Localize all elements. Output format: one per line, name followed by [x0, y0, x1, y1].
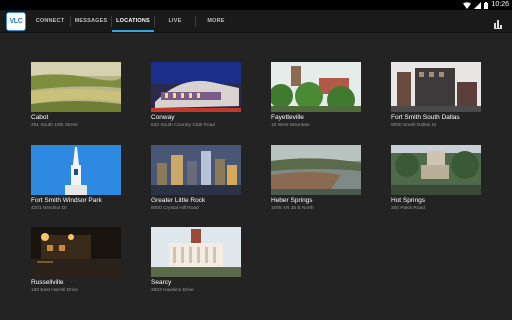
location-thumbnail: [31, 145, 121, 195]
location-thumbnail: [31, 227, 121, 277]
tab-more[interactable]: MORE: [196, 10, 236, 32]
location-name: Russellville: [31, 279, 64, 286]
tab-connect-label: CONNECT: [35, 18, 65, 24]
location-address: 130 East Harrell Drive: [31, 288, 78, 293]
location-address: 2923 Hawkins Drive: [151, 288, 194, 293]
tab-locations[interactable]: LOCATIONS: [112, 10, 154, 32]
tab-more-label: MORE: [207, 18, 225, 24]
location-address: 4201 Windsor Dr: [31, 206, 67, 211]
location-address: 1005 AR 25 B North: [271, 206, 314, 211]
location-name: Conway: [151, 114, 175, 121]
location-address: 15 West Mountain: [271, 123, 310, 128]
status-time: 10:26: [491, 1, 509, 8]
app-logo-text: VLC: [9, 18, 23, 25]
location-address: 9000 South Dallas St: [391, 123, 437, 128]
location-name: Greater Little Rock: [151, 197, 206, 204]
location-name: Fort Smith Windsor Park: [31, 197, 102, 204]
location-name: Cabot: [31, 114, 49, 121]
location-name: Heber Springs: [271, 197, 313, 204]
location-address: 8000 Crystal Hill Road: [151, 206, 199, 211]
app-logo[interactable]: VLC: [6, 12, 26, 31]
tab-active-indicator: [112, 30, 154, 32]
status-icons: 10:26: [463, 0, 509, 10]
location-thumbnail: [391, 62, 481, 112]
location-thumbnail: [31, 62, 121, 112]
tab-messages-label: MESSAGES: [74, 18, 108, 24]
location-address: 632 South Country Club Road: [151, 123, 215, 128]
battery-icon: [484, 1, 489, 9]
location-thumbnail: [151, 227, 241, 277]
wifi-icon: [463, 1, 472, 9]
location-name: Fort Smith South Dallas: [391, 114, 460, 121]
tab-locations-label: LOCATIONS: [116, 18, 150, 24]
location-thumbnail: [151, 62, 241, 112]
location-thumbnail: [151, 145, 241, 195]
location-address: 300 Pakis Road: [391, 206, 425, 211]
tab-connect[interactable]: CONNECT: [30, 10, 70, 32]
bar-chart-icon[interactable]: [494, 16, 502, 34]
location-thumbnail: [271, 145, 361, 195]
tab-live[interactable]: LIVE: [155, 10, 195, 32]
location-name: Fayetteville: [271, 114, 304, 121]
location-thumbnail: [391, 145, 481, 195]
location-name: Hot Springs: [391, 197, 425, 204]
signal-icon: [474, 1, 482, 9]
tab-messages[interactable]: MESSAGES: [71, 10, 111, 32]
tab-live-label: LIVE: [168, 18, 182, 24]
status-bar: 10:26: [0, 0, 512, 10]
app-bar: VLC CONNECT MESSAGES LOCATIONS LIVE MORE: [0, 10, 512, 33]
location-address: 201 South 10th Street: [31, 123, 78, 128]
location-thumbnail: [271, 62, 361, 112]
location-name: Searcy: [151, 279, 172, 286]
